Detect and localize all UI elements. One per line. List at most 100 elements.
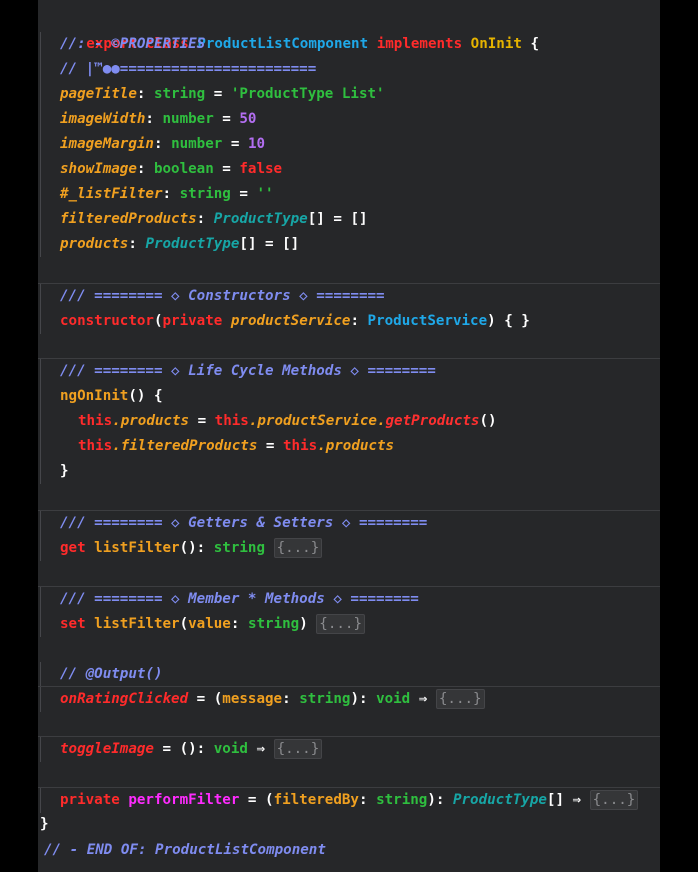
code-line-comment-end[interactable]: // - END OF: ProductListComponent bbox=[38, 838, 660, 863]
keyword-private: private bbox=[162, 313, 223, 329]
indent-guide bbox=[40, 587, 41, 612]
method-name: ngOnInit bbox=[60, 388, 129, 404]
code-line-ngoninit-body-2[interactable]: this.filteredProducts = this.products bbox=[38, 434, 660, 459]
comment-member: /// ======== ◇ Member * Methods ◇ ======… bbox=[60, 591, 419, 607]
indent-guide bbox=[40, 284, 41, 309]
close-brace: } bbox=[40, 816, 49, 832]
code-line-setter[interactable]: set listFilter(value: string) {...} bbox=[38, 612, 660, 637]
keyword-this: this bbox=[214, 413, 249, 429]
property-value: 10 bbox=[247, 136, 266, 152]
indent-guide bbox=[40, 409, 41, 434]
folded-code-button[interactable]: {...} bbox=[273, 739, 323, 759]
indent-guide bbox=[40, 359, 41, 384]
code-line-comment-getters[interactable]: /// ======== ◇ Getters & Setters ◇ =====… bbox=[38, 510, 660, 536]
code-line-toggleimage[interactable]: toggleImage = (): void ⇒ {...} bbox=[38, 736, 660, 762]
indent-guide bbox=[40, 182, 41, 207]
indent-guide bbox=[40, 82, 41, 107]
code-line-filteredproducts[interactable]: filteredProducts: ProductType[] = [] bbox=[38, 207, 660, 232]
indent-guide bbox=[40, 57, 41, 82]
property-name: toggleImage bbox=[60, 741, 154, 757]
indent-guide bbox=[40, 434, 41, 459]
code-line-onratingclicked[interactable]: onRatingClicked = (message: string): voi… bbox=[38, 686, 660, 712]
property-value: '' bbox=[256, 186, 274, 202]
comment-getters: /// ======== ◇ Getters & Setters ◇ =====… bbox=[60, 515, 428, 531]
comment-lifecycle: /// ======== ◇ Life Cycle Methods ◇ ====… bbox=[60, 363, 436, 379]
property-name: performFilter bbox=[128, 792, 240, 808]
folded-code-button[interactable]: {...} bbox=[316, 614, 366, 634]
keyword-this: this bbox=[78, 413, 113, 429]
comment-end: // - END OF: ProductListComponent bbox=[44, 842, 326, 858]
indent-guide bbox=[40, 612, 41, 637]
code-line-getter[interactable]: get listFilter(): string {...} bbox=[38, 536, 660, 561]
property-name: pageTitle bbox=[60, 86, 137, 102]
comment-properties: //: - ©PROPERTIES bbox=[60, 36, 206, 52]
property-name: filteredProducts bbox=[60, 211, 197, 227]
indent-guide bbox=[40, 32, 41, 57]
comment-constructors: /// ======== ◇ Constructors ◇ ======== bbox=[60, 288, 385, 304]
keyword-constructor: constructor bbox=[60, 313, 154, 329]
code-line-comment-lifecycle[interactable]: /// ======== ◇ Life Cycle Methods ◇ ====… bbox=[38, 358, 660, 384]
indent-guide bbox=[40, 662, 41, 687]
property-type: ProductType bbox=[213, 211, 308, 227]
property-name: imageWidth bbox=[60, 111, 146, 127]
property-value: 'ProductType List' bbox=[230, 86, 385, 102]
property-type: boolean bbox=[153, 161, 214, 177]
folded-code-button[interactable]: {...} bbox=[273, 538, 323, 558]
keyword-this: this bbox=[283, 438, 318, 454]
comment-output: // @Output() bbox=[60, 666, 163, 682]
indent-guide bbox=[40, 132, 41, 157]
property-type: ProductType bbox=[145, 236, 240, 252]
code-line-class-declaration[interactable]: export class ProductListComponent implem… bbox=[38, 7, 660, 52]
code-line-ngoninit-body-1[interactable]: this.products = this.productService.getP… bbox=[38, 409, 660, 434]
indent-guide bbox=[40, 788, 41, 813]
indent-guide bbox=[40, 309, 41, 334]
param-name: productService bbox=[230, 313, 351, 329]
code-line-products[interactable]: products: ProductType[] = [] bbox=[38, 232, 660, 257]
code-line-listfilter-field[interactable]: #_listFilter: string = '' bbox=[38, 182, 660, 207]
property-value: 50 bbox=[239, 111, 257, 127]
getter-name: listFilter bbox=[94, 540, 180, 556]
property-name: #_listFilter bbox=[60, 186, 163, 202]
code-line-class-close[interactable]: } bbox=[38, 812, 660, 837]
close-brace: } bbox=[60, 463, 69, 479]
code-line-ngoninit[interactable]: ngOnInit() { bbox=[38, 384, 660, 409]
folded-code-button[interactable]: {...} bbox=[589, 790, 639, 810]
code-line-pagetitle[interactable]: pageTitle: string = 'ProductType List' bbox=[38, 82, 660, 107]
indent-guide bbox=[40, 384, 41, 409]
property-type: number bbox=[162, 111, 214, 127]
keyword-get: get bbox=[60, 540, 86, 556]
keyword-this: this bbox=[78, 438, 113, 454]
code-line-constructor[interactable]: constructor(private productService: Prod… bbox=[38, 309, 660, 334]
code-line-showimage[interactable]: showImage: boolean = false bbox=[38, 157, 660, 182]
property-name: onRatingClicked bbox=[60, 691, 189, 707]
indent-guide bbox=[40, 687, 41, 712]
code-line-ngoninit-close[interactable]: } bbox=[38, 459, 660, 484]
indent-guide bbox=[40, 459, 41, 484]
method-call: getProducts bbox=[385, 413, 480, 429]
indent-guide bbox=[40, 207, 41, 232]
indent-guide bbox=[40, 107, 41, 132]
code-line-performfilter[interactable]: private performFilter = (filteredBy: str… bbox=[38, 787, 660, 813]
property-value: false bbox=[239, 161, 283, 177]
indent-guide bbox=[40, 737, 41, 762]
property-type: string bbox=[153, 86, 206, 102]
indent-guide bbox=[40, 511, 41, 536]
code-line-comment-properties[interactable]: //: - ©PROPERTIES bbox=[38, 32, 660, 57]
property-name: imageMargin bbox=[60, 136, 154, 152]
property-type: string bbox=[179, 186, 231, 202]
code-line-comment-divider[interactable]: // |™●●======================= bbox=[38, 57, 660, 82]
code-line-comment-constructors[interactable]: /// ======== ◇ Constructors ◇ ======== bbox=[38, 283, 660, 309]
code-line-imagemargin[interactable]: imageMargin: number = 10 bbox=[38, 132, 660, 157]
keyword-private: private bbox=[60, 792, 120, 808]
code-line-imagewidth[interactable]: imageWidth: number = 50 bbox=[38, 107, 660, 132]
code-line-comment-member[interactable]: /// ======== ◇ Member * Methods ◇ ======… bbox=[38, 586, 660, 612]
keyword-set: set bbox=[60, 616, 86, 632]
property-name: showImage bbox=[60, 161, 137, 177]
indent-guide bbox=[40, 232, 41, 257]
folded-code-button[interactable]: {...} bbox=[435, 689, 485, 709]
indent-guide bbox=[40, 536, 41, 561]
code-line-comment-output[interactable]: // @Output() bbox=[38, 662, 660, 687]
indent-guide bbox=[40, 157, 41, 182]
code-editor[interactable]: export class ProductListComponent implem… bbox=[38, 0, 660, 872]
setter-name: listFilter bbox=[94, 616, 180, 632]
